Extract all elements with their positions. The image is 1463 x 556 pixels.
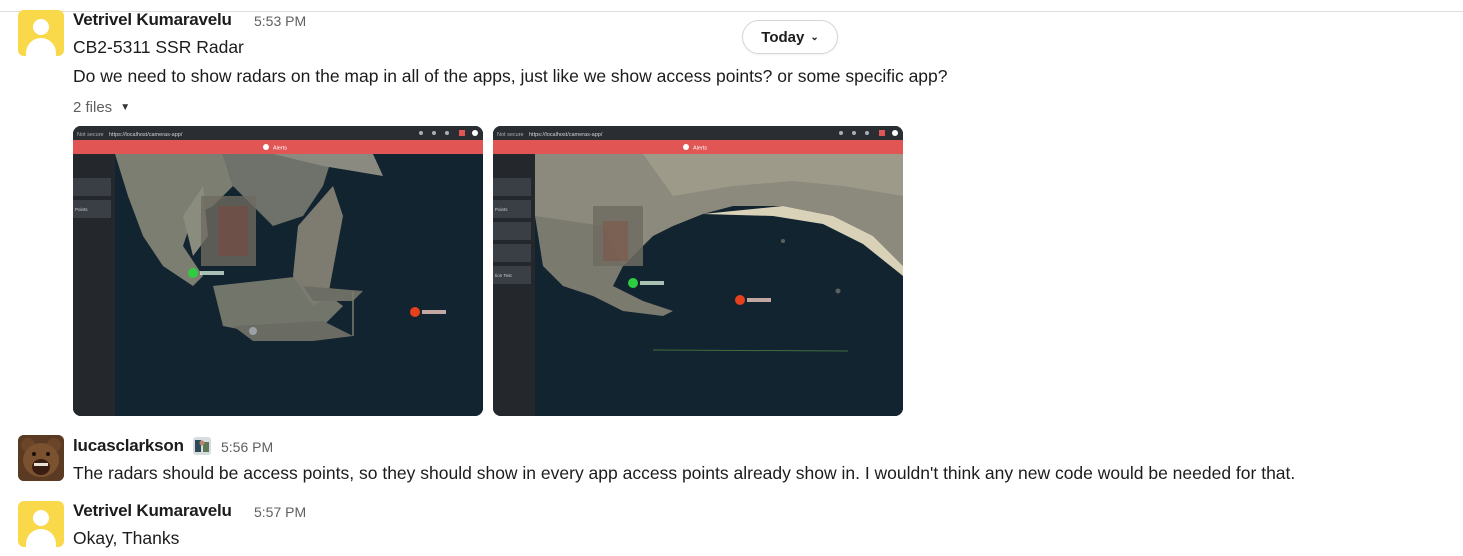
profile-icon <box>892 130 898 136</box>
share-icon <box>432 131 436 135</box>
bear-avatar-image <box>18 435 64 481</box>
radar-marker-ok <box>628 278 638 288</box>
caret-down-icon: ▼ <box>120 102 131 113</box>
sidebar-item: Points <box>495 207 508 212</box>
avatar-body-shape <box>26 529 56 547</box>
extension-icon <box>879 130 885 136</box>
date-divider-label: Today <box>761 28 805 46</box>
sidebar-item: Points <box>75 207 88 212</box>
message-text-line: The radars should be access points, so t… <box>73 463 1296 483</box>
alert-label: Alerts <box>693 146 707 152</box>
avatar-head-shape <box>33 19 49 35</box>
files-count-label: 2 files <box>73 99 113 116</box>
star-icon <box>865 131 869 135</box>
browser-url: https://localhost/cameras-app/ <box>109 132 183 138</box>
alert-icon <box>263 144 269 150</box>
file-thumbnail[interactable]: Not secure https://localhost/cameras-app… <box>73 126 483 416</box>
message-text-line: Do we need to show radars on the map in … <box>73 66 948 86</box>
browser-url: https://localhost/cameras-app/ <box>529 132 603 138</box>
browser-warning: Not secure <box>77 132 104 138</box>
search-icon <box>839 131 843 135</box>
sidebar-item: tion Test <box>495 273 512 278</box>
message-author[interactable]: Vetrivel Kumaravelu <box>73 501 232 521</box>
date-divider-today[interactable]: Today ⌄ <box>742 20 838 54</box>
avatar-body-shape <box>26 38 56 56</box>
user-avatar[interactable] <box>18 10 64 56</box>
chevron-down-icon: ⌄ <box>810 31 819 43</box>
radar-marker-ok <box>188 268 198 278</box>
radar-marker-alert <box>735 295 745 305</box>
message-timestamp[interactable]: 5:57 PM <box>254 504 306 520</box>
map-screenshot-image: Not secure https://localhost/cameras-app… <box>493 126 903 416</box>
radar-marker-idle <box>249 327 257 335</box>
user-avatar[interactable] <box>18 435 64 481</box>
file-thumbnail[interactable]: Not secure https://localhost/cameras-app… <box>493 126 903 416</box>
message-text-line: Okay, Thanks <box>73 528 180 548</box>
alert-label: Alerts <box>273 146 287 152</box>
files-toggle[interactable]: 2 files ▼ <box>73 99 130 116</box>
message-author[interactable]: lucasclarkson <box>73 436 184 456</box>
radar-marker-alert <box>410 307 420 317</box>
user-avatar[interactable] <box>18 501 64 547</box>
browser-warning: Not secure <box>497 132 524 138</box>
message-text-line: CB2-5311 SSR Radar <box>73 37 244 57</box>
alert-icon <box>683 144 689 150</box>
avatar-head-shape <box>33 510 49 526</box>
extension-icon <box>459 130 465 136</box>
message-author[interactable]: Vetrivel Kumaravelu <box>73 10 232 30</box>
map-screenshot-image: Not secure https://localhost/cameras-app… <box>73 126 483 416</box>
star-icon <box>445 131 449 135</box>
message-timestamp[interactable]: 5:53 PM <box>254 13 306 29</box>
search-icon <box>419 131 423 135</box>
custom-status-emoji-icon[interactable] <box>193 437 211 455</box>
message-timestamp[interactable]: 5:56 PM <box>221 439 273 455</box>
share-icon <box>852 131 856 135</box>
profile-icon <box>472 130 478 136</box>
